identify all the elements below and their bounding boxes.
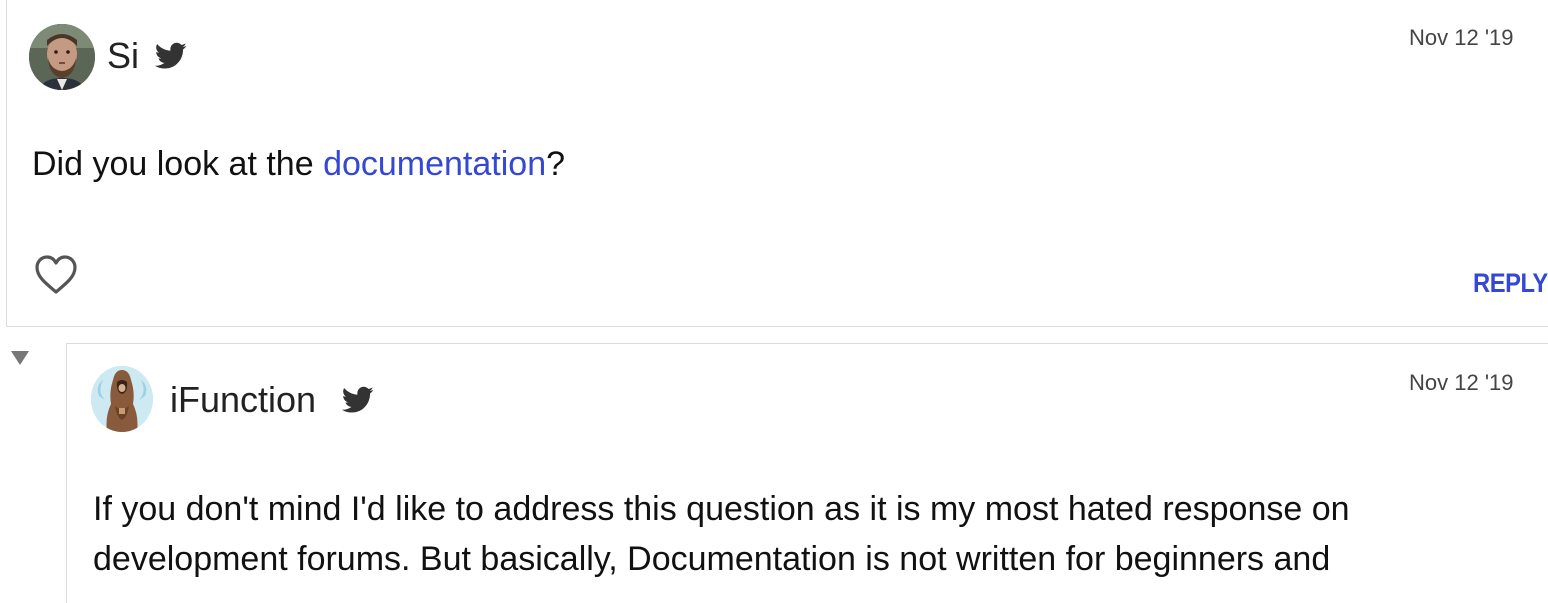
twitter-icon	[155, 42, 187, 69]
body-text-after: ?	[546, 145, 566, 183]
documentation-link[interactable]: documentation	[323, 145, 546, 183]
post-ifunction: iFunction Nov 12 '19 If you don't mind I…	[66, 343, 1548, 603]
body-line: If you don't mind I'd like to address th…	[93, 490, 1350, 528]
username-si[interactable]: Si	[107, 36, 139, 76]
post-si: Si Nov 12 '19 Did you look at the docume…	[6, 0, 1548, 327]
avatar-si[interactable]	[29, 24, 95, 90]
post-date[interactable]: Nov 12 '19	[1409, 25, 1514, 51]
post-body: Did you look at the documentation?	[32, 139, 565, 189]
post-body: If you don't mind I'd like to address th…	[93, 484, 1350, 584]
post-date[interactable]: Nov 12 '19	[1409, 370, 1514, 396]
twitter-icon	[342, 386, 374, 413]
avatar-ifunction[interactable]	[91, 366, 153, 432]
reply-button[interactable]: REPLY	[1473, 265, 1548, 301]
username-ifunction[interactable]: iFunction	[170, 380, 316, 420]
heart-icon[interactable]	[34, 254, 78, 296]
body-line: development forums. But basically, Docum…	[93, 540, 1331, 578]
body-text-before: Did you look at the	[32, 145, 324, 183]
triangle-down-icon[interactable]	[10, 350, 30, 366]
